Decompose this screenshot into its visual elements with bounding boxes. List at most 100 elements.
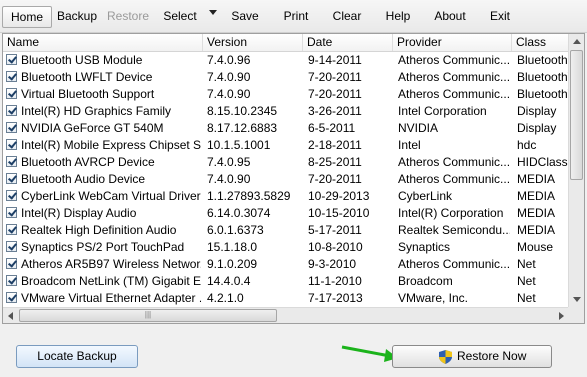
horizontal-scrollbar[interactable]: ||| xyxy=(3,307,569,323)
cell-date: 5-17-2011 xyxy=(308,223,362,237)
uac-shield-icon xyxy=(439,350,452,364)
backup-button[interactable]: Backup xyxy=(54,6,100,26)
table-row[interactable]: Synaptics PS/2 Port TouchPad 15.1.18.0 10-… xyxy=(3,239,569,256)
cell-version: 15.1.18.0 xyxy=(207,240,258,254)
cell-provider: CyberLink xyxy=(398,189,453,203)
vertical-scroll-thumb[interactable] xyxy=(570,50,583,180)
table-row[interactable]: Broadcom NetLink (TM) Gigabit Et... 14.4.… xyxy=(3,273,569,290)
cell-name: NVIDIA GeForce GT 540M xyxy=(21,121,164,135)
cell-version: 7.4.0.90 xyxy=(207,87,251,101)
restore-now-button[interactable]: Restore Now xyxy=(392,345,552,368)
caret-down-icon[interactable] xyxy=(209,10,217,15)
cell-provider: Atheros Communic... xyxy=(398,87,510,101)
column-date[interactable]: Date xyxy=(303,34,393,51)
driver-list[interactable]: Name Version Date Provider Class Bluetoo… xyxy=(2,33,585,324)
column-name[interactable]: Name xyxy=(3,34,203,51)
cell-version: 4.2.1.0 xyxy=(207,291,244,305)
cell-version: 7.4.0.90 xyxy=(207,70,251,84)
cell-class: Net xyxy=(517,257,536,271)
cell-name: VMware Virtual Ethernet Adapter ... xyxy=(21,291,201,305)
table-row[interactable]: NVIDIA GeForce GT 540M 8.17.12.6883 6-5-20… xyxy=(3,120,569,137)
cell-class: Net xyxy=(517,291,536,305)
column-header: Name Version Date Provider Class xyxy=(3,34,569,52)
cell-provider: Realtek Semicondu... xyxy=(398,223,510,237)
row-checkbox[interactable] xyxy=(6,105,17,116)
table-row[interactable]: Intel(R) HD Graphics Family 8.15.10.2345 3… xyxy=(3,103,569,120)
help-button[interactable]: Help xyxy=(380,6,416,26)
row-checkbox[interactable] xyxy=(6,156,17,167)
cell-name: Intel(R) Display Audio xyxy=(21,206,137,220)
cell-provider: Atheros Communic... xyxy=(398,53,510,67)
row-checkbox[interactable] xyxy=(6,241,17,252)
table-row[interactable]: Virtual Bluetooth Support 7.4.0.90 7-20-20… xyxy=(3,86,569,103)
cell-name: Intel(R) HD Graphics Family xyxy=(21,104,172,118)
table-row[interactable]: Intel(R) Display Audio 6.14.0.3074 10-15-2… xyxy=(3,205,569,222)
table-row[interactable]: CyberLink WebCam Virtual Driver ... 1.1.2… xyxy=(3,188,569,205)
column-version[interactable]: Version xyxy=(203,34,303,51)
row-checkbox[interactable] xyxy=(6,292,17,303)
vertical-scrollbar[interactable] xyxy=(568,34,584,307)
row-checkbox[interactable] xyxy=(6,258,17,269)
row-checkbox[interactable] xyxy=(6,173,17,184)
row-checkbox[interactable] xyxy=(6,190,17,201)
table-row[interactable]: Intel(R) Mobile Express Chipset S... 10.1… xyxy=(3,137,569,154)
scroll-right-icon[interactable] xyxy=(559,312,564,320)
row-checkbox[interactable] xyxy=(6,88,17,99)
cell-provider: Intel(R) Corporation xyxy=(398,206,504,220)
cell-name: Atheros AR5B97 Wireless Networ... xyxy=(21,257,201,271)
row-checkbox[interactable] xyxy=(6,122,17,133)
cell-class: HIDClass xyxy=(517,155,568,169)
cell-provider: Atheros Communic... xyxy=(398,155,510,169)
cell-version: 8.15.10.2345 xyxy=(207,104,278,118)
column-provider[interactable]: Provider xyxy=(393,34,512,51)
cell-version: 8.17.12.6883 xyxy=(207,121,278,135)
cell-version: 7.4.0.95 xyxy=(207,155,251,169)
table-row[interactable]: Bluetooth AVRCP Device 7.4.0.95 8-25-2011 A… xyxy=(3,154,569,171)
select-button[interactable]: Select xyxy=(160,6,200,26)
cell-provider: Atheros Communic... xyxy=(398,70,510,84)
cell-provider: NVIDIA xyxy=(398,121,439,135)
cell-date: 7-20-2011 xyxy=(308,70,362,84)
clear-button[interactable]: Clear xyxy=(327,6,367,26)
table-row[interactable]: Bluetooth Audio Device 7.4.0.90 7-20-2011 A… xyxy=(3,171,569,188)
table-row[interactable]: Realtek High Definition Audio 6.0.1.6373 5… xyxy=(3,222,569,239)
cell-version: 9.1.0.209 xyxy=(207,257,258,271)
row-checkbox[interactable] xyxy=(6,207,17,218)
cell-name: Bluetooth AVRCP Device xyxy=(21,155,155,169)
home-tab[interactable]: Home xyxy=(2,6,52,28)
row-checkbox[interactable] xyxy=(6,275,17,286)
row-checkbox[interactable] xyxy=(6,139,17,150)
cell-version: 7.4.0.90 xyxy=(207,172,251,186)
cell-date: 2-18-2011 xyxy=(308,138,362,152)
row-checkbox[interactable] xyxy=(6,54,17,65)
cell-date: 10-15-2010 xyxy=(308,206,370,220)
exit-button[interactable]: Exit xyxy=(484,6,516,26)
table-row[interactable]: VMware Virtual Ethernet Adapter ... 4.2.1… xyxy=(3,290,569,307)
locate-backup-button[interactable]: Locate Backup xyxy=(16,345,138,368)
print-button[interactable]: Print xyxy=(277,6,315,26)
cell-class: BluetoothVi xyxy=(517,87,569,101)
cell-date: 7-17-2013 xyxy=(308,291,363,305)
cell-class: hdc xyxy=(517,138,537,152)
row-checkbox[interactable] xyxy=(6,71,17,82)
table-row[interactable]: Bluetooth LWFLT Device 7.4.0.90 7-20-2011 A… xyxy=(3,69,569,86)
cell-date: 11-1-2010 xyxy=(308,274,362,288)
scroll-down-icon[interactable] xyxy=(573,297,581,302)
cell-date: 7-20-2011 xyxy=(308,172,362,186)
scroll-up-icon[interactable] xyxy=(573,39,581,44)
cell-class: MEDIA xyxy=(517,189,556,203)
cell-provider: Atheros Communic... xyxy=(398,172,510,186)
save-button[interactable]: Save xyxy=(226,6,264,26)
about-button[interactable]: About xyxy=(429,6,471,26)
horizontal-scroll-thumb[interactable]: ||| xyxy=(19,309,277,322)
cell-name: Bluetooth LWFLT Device xyxy=(21,70,153,84)
cell-version: 6.0.1.6373 xyxy=(207,223,264,237)
cell-name: Bluetooth USB Module xyxy=(21,53,143,67)
column-class[interactable]: Class xyxy=(512,34,569,51)
restore-button[interactable]: Restore xyxy=(104,6,152,26)
table-row[interactable]: Atheros AR5B97 Wireless Networ... 9.1.0.2… xyxy=(3,256,569,273)
scroll-left-icon[interactable] xyxy=(8,312,13,320)
table-row[interactable]: Bluetooth USB Module 7.4.0.96 9-14-2011 Ath… xyxy=(3,52,569,69)
row-checkbox[interactable] xyxy=(6,224,17,235)
restore-now-label: Restore Now xyxy=(457,349,527,363)
